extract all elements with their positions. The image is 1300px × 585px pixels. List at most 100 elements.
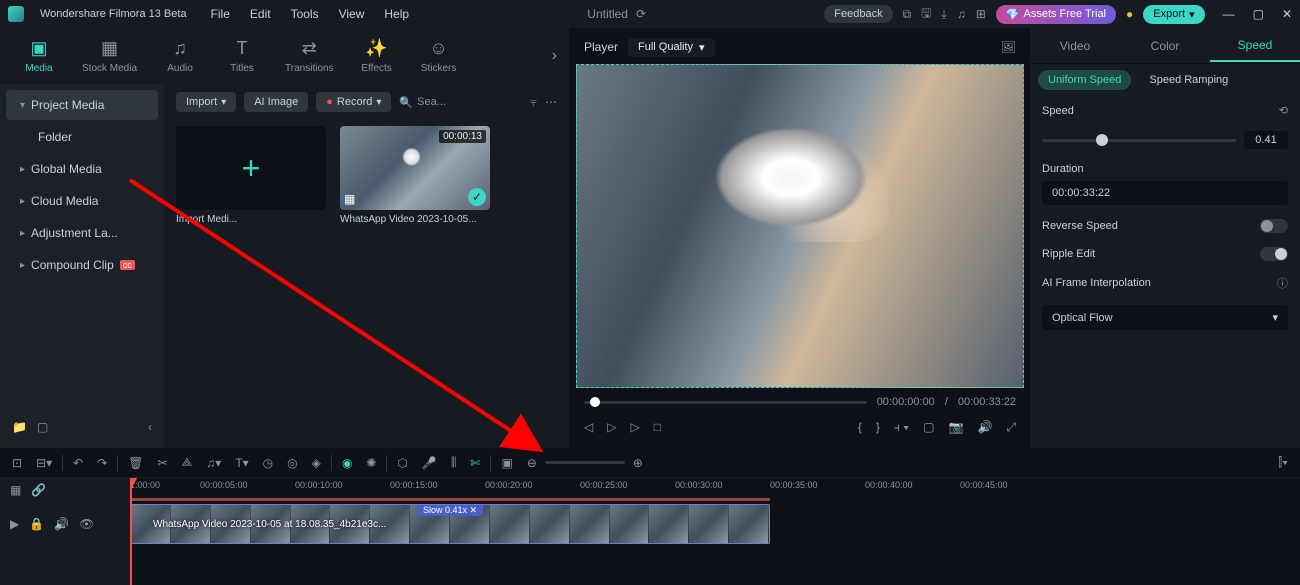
adjust-icon[interactable]: ▣	[501, 456, 512, 470]
sidebar-item-compound-clip[interactable]: ▸Compound Clipcc	[6, 250, 158, 280]
play-icon[interactable]: ▷	[630, 420, 639, 434]
minimize-button[interactable]: —	[1223, 7, 1235, 21]
monitor-icon[interactable]: ⧉	[903, 7, 912, 22]
zoom-slider[interactable]	[545, 461, 625, 464]
props-tab-color[interactable]: Color	[1120, 31, 1210, 61]
marker-icon[interactable]: ⬡	[397, 456, 407, 470]
sidebar-item-global-media[interactable]: ▸Global Media	[6, 154, 158, 184]
prev-frame-icon[interactable]: ◁	[584, 420, 593, 434]
quality-select[interactable]: Full Quality▾	[628, 38, 715, 57]
search-input[interactable]: 🔍 Sea...	[399, 96, 445, 109]
menu-edit[interactable]: Edit	[250, 7, 271, 21]
collapse-sidebar-icon[interactable]: ‹	[148, 420, 152, 434]
speed-slider[interactable]	[1042, 139, 1236, 142]
info-icon[interactable]: ⓘ	[1277, 275, 1288, 291]
feedback-button[interactable]: Feedback	[824, 5, 892, 23]
tab-stock-media[interactable]: ▦Stock Media	[74, 34, 145, 78]
ai-tool-icon[interactable]: ◉	[342, 456, 352, 470]
user-avatar-icon[interactable]: ●	[1126, 7, 1133, 21]
subtab-speed-ramping[interactable]: Speed Ramping	[1139, 70, 1238, 90]
tab-effects[interactable]: ✨Effects	[350, 34, 404, 78]
ratio-icon[interactable]: ⫞ ▾	[894, 420, 909, 435]
mute-track-icon[interactable]: 🔊	[54, 517, 69, 531]
menu-help[interactable]: Help	[384, 7, 409, 21]
timeline-view-icon[interactable]: ⫿▾	[1278, 455, 1288, 470]
fullscreen-icon[interactable]: ⤢	[1006, 420, 1016, 435]
video-track-icon[interactable]: ▶	[10, 517, 19, 531]
music-icon[interactable]: ♫▾	[206, 456, 221, 470]
filter-icon[interactable]: ⫧	[530, 95, 537, 110]
duration-value[interactable]: 00:00:33:22	[1042, 181, 1288, 205]
save-icon[interactable]: 🖫	[921, 4, 931, 25]
playhead[interactable]	[130, 478, 132, 585]
more-icon[interactable]: ⋯	[545, 95, 557, 109]
delete-icon[interactable]: 🗑	[128, 456, 143, 470]
select-tool-icon[interactable]: ⊡	[12, 456, 22, 470]
tab-titles[interactable]: TTitles	[215, 34, 269, 78]
export-button[interactable]: Export▾	[1143, 5, 1204, 24]
new-bin-icon[interactable]: ▢	[37, 420, 48, 434]
cloud-download-icon[interactable]: ⤓	[941, 7, 946, 22]
keyframe-icon[interactable]: ◈	[312, 456, 321, 470]
mark-in-icon[interactable]: {	[858, 420, 862, 434]
snapshot-icon[interactable]: 🖼	[1001, 40, 1016, 54]
track-lock-icon[interactable]: ⊟▾	[36, 456, 52, 470]
tab-transitions[interactable]: ⇄Transitions	[277, 34, 342, 78]
media-clip-tile[interactable]: 00:00:13 ▦ ✓ WhatsApp Video 2023-10-05..…	[340, 126, 490, 225]
import-button[interactable]: Import▾	[176, 92, 236, 112]
undo-icon[interactable]: ↶	[73, 456, 83, 470]
grid-icon[interactable]: ⊞	[976, 7, 986, 21]
reverse-speed-toggle[interactable]	[1260, 219, 1288, 233]
props-tab-speed[interactable]: Speed	[1210, 30, 1300, 62]
camera-icon[interactable]: 📷	[948, 420, 963, 434]
subtab-uniform-speed[interactable]: Uniform Speed	[1038, 70, 1131, 90]
play-back-icon[interactable]: ▷	[607, 420, 616, 434]
ai-interp-select[interactable]: Optical Flow▾	[1042, 305, 1288, 330]
sidebar-item-adjustment-layer[interactable]: ▸Adjustment La...	[6, 218, 158, 248]
timeline-body[interactable]: 1:00:00 00:00:05:00 00:00:10:00 00:00:15…	[130, 478, 1300, 585]
lock-track-icon[interactable]: 🔒	[29, 517, 44, 531]
tab-stickers[interactable]: ☺Stickers	[412, 34, 466, 78]
mixer-icon[interactable]: ⫼	[451, 455, 457, 470]
track-options-icon[interactable]: ▦	[10, 483, 21, 497]
sidebar-item-cloud-media[interactable]: ▸Cloud Media	[6, 186, 158, 216]
preview-canvas[interactable]	[576, 64, 1024, 388]
link-icon[interactable]: 🔗	[31, 483, 46, 497]
tabs-scroll-right-icon[interactable]: ›	[552, 47, 557, 65]
speed-value[interactable]: 0.41	[1244, 131, 1288, 149]
crop-icon[interactable]: ⟁	[182, 455, 193, 470]
split-icon[interactable]: ✂	[158, 456, 168, 470]
assets-trial-button[interactable]: 💎Assets Free Trial	[996, 5, 1116, 24]
seek-bar[interactable]	[584, 401, 867, 404]
sidebar-item-folder[interactable]: Folder	[6, 122, 158, 152]
menu-tools[interactable]: Tools	[291, 7, 319, 21]
tab-audio[interactable]: ♫Audio	[153, 34, 207, 78]
maximize-button[interactable]: ▢	[1253, 7, 1264, 21]
menu-view[interactable]: View	[339, 7, 365, 21]
close-button[interactable]: ✕	[1282, 7, 1292, 21]
ai-image-button[interactable]: AI Image	[244, 92, 308, 112]
props-tab-video[interactable]: Video	[1030, 31, 1120, 61]
stop-icon[interactable]: □	[654, 420, 661, 434]
mark-out-icon[interactable]: }	[876, 420, 880, 434]
color-tool-icon[interactable]: ◎	[287, 456, 297, 470]
zoom-out-icon[interactable]: ⊖	[527, 456, 537, 470]
history-icon[interactable]: ⟳	[636, 7, 646, 21]
import-media-tile[interactable]: + Import Medi...	[176, 126, 326, 225]
display-icon[interactable]: ▢	[923, 420, 934, 434]
menu-file[interactable]: File	[211, 7, 230, 21]
reset-speed-icon[interactable]: ⟲	[1279, 104, 1288, 117]
redo-icon[interactable]: ↷	[97, 456, 107, 470]
record-button[interactable]: ●Record▾	[316, 92, 391, 112]
volume-icon[interactable]: 🔊	[977, 420, 992, 434]
timeline-ruler[interactable]: 1:00:00 00:00:05:00 00:00:10:00 00:00:15…	[130, 478, 1300, 502]
headphones-icon[interactable]: ♫	[957, 7, 966, 21]
speed-tool-icon[interactable]: ◷	[263, 456, 273, 470]
sidebar-item-project-media[interactable]: ▾Project Media	[6, 90, 158, 120]
zoom-in-icon[interactable]: ⊕	[633, 456, 643, 470]
voiceover-icon[interactable]: 🎤	[422, 456, 437, 470]
timeline-clip[interactable]: Slow 0.41x ✕ WhatsApp Video 2023-10-05 a…	[130, 504, 770, 544]
tab-media[interactable]: ▣Media	[12, 34, 66, 78]
sparkle-tool-icon[interactable]: ✺	[366, 456, 376, 470]
text-icon[interactable]: T▾	[235, 456, 248, 470]
